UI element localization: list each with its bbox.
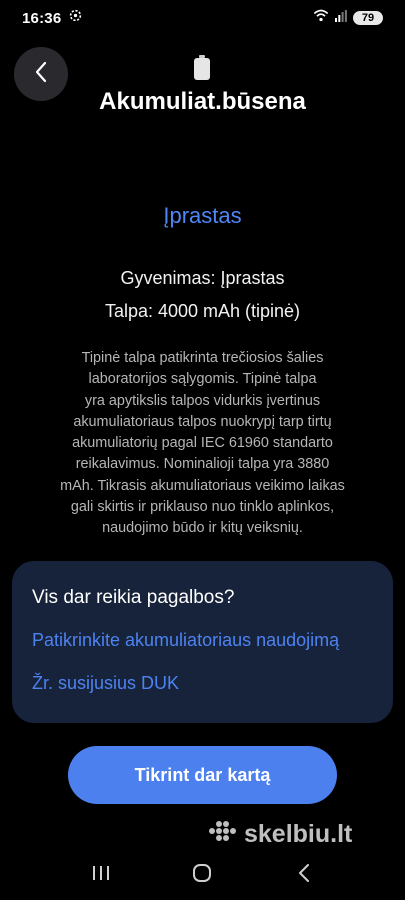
- status-time: 16:36: [22, 9, 62, 27]
- description-line: mAh. Tikrasis akumuliatoriaus veikimo la…: [60, 477, 345, 494]
- check-again-button[interactable]: Tikrint dar kartą: [68, 746, 337, 804]
- watermark: skelbiu.lt: [208, 818, 352, 851]
- description-line: akumuliatorių pagal IEC 61960 standarto: [72, 435, 333, 452]
- signal-icon: [335, 9, 347, 27]
- home-button[interactable]: [182, 855, 222, 895]
- capacity-line: Talpa: 4000 mAh (tipinė): [104, 301, 301, 321]
- chevron-left-icon: [33, 60, 49, 89]
- battery-usage-link[interactable]: Patikrinkite akumuliatoriaus naudojimą: [32, 630, 339, 651]
- help-card-title: Vis dar reikia pagalbos?: [32, 587, 235, 608]
- home-icon: [192, 863, 212, 888]
- wifi-icon: [313, 9, 329, 27]
- help-card: Vis dar reikia pagalbos? Patikrinkite ak…: [12, 561, 393, 723]
- battery-status-heading: Įprastas: [163, 203, 242, 228]
- description-line: naudojimo būdo ir kitų veiksnių.: [102, 520, 303, 537]
- description-line: laboratorijos sąlygomis. Tipinė talpa: [88, 371, 317, 388]
- description-line: gali skirtis ir priklauso nuo tinklo apl…: [70, 499, 335, 516]
- navigation-bar: [0, 850, 405, 900]
- description-line: Tipinė talpa patikrinta trečiosios šalie…: [81, 350, 324, 366]
- description: Tipinė talpa patikrinta trečiosios šalie…: [56, 348, 349, 540]
- watermark-logo-icon: [208, 818, 238, 851]
- status-left: 16:36: [22, 9, 82, 27]
- description-line: reikalavimus. Nominalioji talpa yra 3880: [75, 456, 330, 473]
- recent-apps-button[interactable]: [81, 855, 121, 895]
- gear-icon: [69, 9, 82, 27]
- life-line: Gyvenimas: Įprastas: [120, 268, 285, 288]
- watermark-text: skelbiu.lt: [244, 820, 353, 848]
- page-title: Akumuliat.būsena: [99, 88, 306, 115]
- description-line: akumuliatoriaus talpos nuokrypį tarp tir…: [73, 413, 332, 430]
- battery-icon: [193, 55, 211, 86]
- status-bar: 16:36 79: [0, 0, 405, 36]
- recent-apps-icon: [92, 865, 110, 886]
- status-right: 79: [313, 9, 383, 27]
- back-icon: [298, 863, 310, 887]
- nav-back-button[interactable]: [284, 855, 324, 895]
- battery-badge: 79: [353, 11, 383, 25]
- description-line: yra apytikslis talpos vidurkis įvertinus: [84, 392, 321, 409]
- related-faq-link[interactable]: Žr. susijusius DUK: [32, 673, 179, 694]
